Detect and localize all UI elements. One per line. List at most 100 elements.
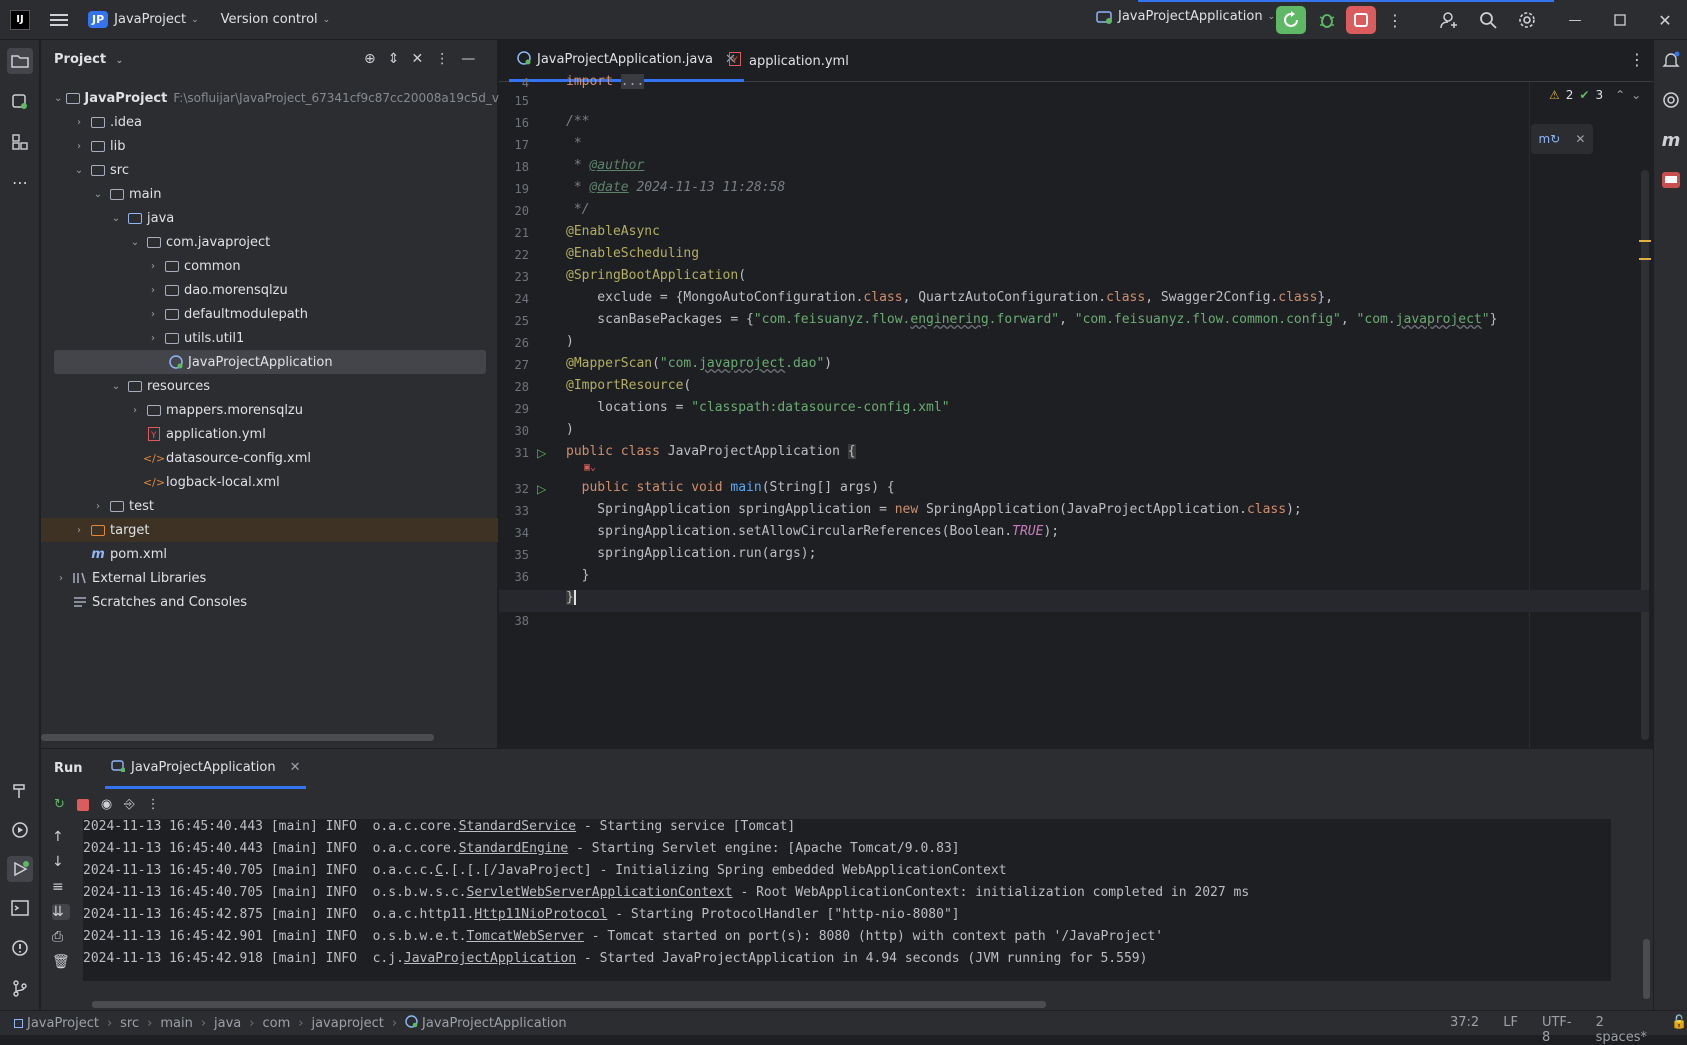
- search-button[interactable]: [1473, 6, 1503, 34]
- close-icon[interactable]: ✕: [290, 760, 301, 775]
- tree-item-root[interactable]: ⌄ JavaProject F:\sofluijar\JavaProject_6…: [54, 86, 522, 110]
- chevron-up-icon[interactable]: ⌃: [1615, 88, 1625, 102]
- breadcrumb-item[interactable]: main: [160, 1016, 192, 1031]
- tree-item-pom[interactable]: m pom.xml: [86, 542, 167, 566]
- vcs-menu[interactable]: Version control ⌄: [221, 12, 331, 27]
- file-encoding[interactable]: UTF-8: [1542, 1015, 1572, 1045]
- rerun-icon[interactable]: ↻: [54, 797, 65, 812]
- notifications-button[interactable]: [1659, 48, 1683, 72]
- arrow-up-icon[interactable]: ↑: [52, 829, 70, 845]
- git-tool-button[interactable]: [8, 976, 32, 1000]
- plugin-inlay-icon[interactable]: ▣⌄: [584, 462, 596, 473]
- caret-position[interactable]: 37:2: [1450, 1015, 1479, 1045]
- exit-icon[interactable]: ⎆: [124, 797, 134, 812]
- arrow-down-icon[interactable]: ↓: [52, 854, 70, 870]
- tree-item-src[interactable]: ⌄ src: [72, 158, 129, 182]
- run-gutter-icon[interactable]: ▷: [537, 446, 546, 460]
- horizontal-scrollbar[interactable]: [41, 734, 434, 741]
- project-tool-button[interactable]: [7, 48, 33, 74]
- more-vertical-icon[interactable]: ⋮: [147, 797, 160, 812]
- tree-item-logback-xml[interactable]: </> logback-local.xml: [142, 470, 280, 494]
- line-separator[interactable]: LF: [1503, 1015, 1518, 1045]
- console-output[interactable]: 2024-11-13 16:45:40.443 [main] INFO o.a.…: [83, 819, 1611, 981]
- project-panel-title[interactable]: Project ⌄: [54, 52, 123, 67]
- tree-item-defaultmodulepath[interactable]: › defaultmodulepath: [146, 302, 308, 326]
- main-menu-button[interactable]: [50, 13, 68, 27]
- tree-item-mappers[interactable]: › mappers.morensqlzu: [128, 398, 303, 422]
- camera-icon[interactable]: ◉: [101, 797, 112, 812]
- editor-more-icon[interactable]: ⋮: [1629, 50, 1645, 69]
- close-icon[interactable]: ✕: [1575, 132, 1585, 146]
- run-tab[interactable]: JavaProjectApplication ✕: [105, 749, 307, 789]
- tree-item-java[interactable]: ⌄ java: [109, 206, 174, 230]
- warning-stripe-marker[interactable]: [1639, 240, 1651, 242]
- breadcrumb-item[interactable]: javaproject: [311, 1016, 383, 1031]
- indent-setting[interactable]: 2 spaces*: [1596, 1015, 1647, 1045]
- maven-reload-icon[interactable]: m↻: [1539, 132, 1561, 146]
- stop-icon[interactable]: [76, 798, 89, 811]
- warning-stripe-marker[interactable]: [1639, 258, 1651, 260]
- terminal-tool-button[interactable]: [8, 896, 32, 920]
- debug-button[interactable]: [1312, 6, 1342, 34]
- scroll-to-end-icon[interactable]: ⇊: [52, 904, 70, 920]
- tree-item-lib[interactable]: › lib: [72, 134, 125, 158]
- trash-icon[interactable]: 🗑: [52, 954, 70, 970]
- plugin-tool-button[interactable]: [1659, 168, 1683, 192]
- more-actions-button[interactable]: ⋮: [1380, 6, 1410, 34]
- stop-button[interactable]: [1346, 6, 1376, 34]
- tab-application-yml[interactable]: Y application.yml: [721, 40, 857, 82]
- tree-item-resources[interactable]: ⌄ resources: [109, 374, 210, 398]
- tree-item-main-class[interactable]: JavaProjectApplication: [54, 350, 486, 374]
- tree-label: test: [129, 498, 154, 514]
- vertical-scrollbar[interactable]: [1641, 170, 1649, 740]
- problems-tool-button[interactable]: [8, 936, 32, 960]
- rerun-button[interactable]: [1276, 6, 1306, 34]
- code-area[interactable]: import ... /** * * @author * @date 2024-…: [499, 74, 1649, 748]
- tree-item-test[interactable]: › test: [91, 494, 154, 518]
- breadcrumb-item[interactable]: src: [120, 1016, 139, 1031]
- tree-item-datasource-xml[interactable]: </> datasource-config.xml: [142, 446, 311, 470]
- tree-item-application-yml[interactable]: Yapplication.yml: [142, 422, 266, 446]
- locate-icon[interactable]: ⊕: [364, 51, 376, 67]
- print-icon[interactable]: ⎙: [52, 929, 70, 945]
- more-tools-button[interactable]: ⋯: [8, 170, 32, 194]
- tree-item-utils[interactable]: › utils.util1: [146, 326, 244, 350]
- tree-item-package[interactable]: ⌄ com.javaproject: [128, 230, 270, 254]
- inspection-widget[interactable]: ⚠ 2 ✔ 3 ⌃ ⌄: [1549, 88, 1641, 102]
- build-tool-button[interactable]: [8, 778, 32, 802]
- maximize-button[interactable]: [1605, 6, 1635, 34]
- breadcrumb-item[interactable]: JavaProject: [27, 1016, 99, 1031]
- hide-panel-icon[interactable]: —: [461, 51, 475, 67]
- services-tool-button[interactable]: [8, 818, 32, 842]
- commit-tool-button[interactable]: [8, 90, 32, 114]
- minimize-button[interactable]: —: [1560, 6, 1590, 34]
- tree-item-target[interactable]: › target: [41, 518, 498, 542]
- ai-assistant-button[interactable]: [1659, 88, 1683, 112]
- options-icon[interactable]: ⋮: [435, 51, 449, 67]
- tree-item-external-libraries[interactable]: › External Libraries: [54, 566, 206, 590]
- console-horizontal-scrollbar[interactable]: [92, 1001, 1046, 1008]
- structure-tool-button[interactable]: [8, 130, 32, 154]
- run-gutter-icon[interactable]: ▷: [537, 482, 546, 496]
- close-window-button[interactable]: ✕: [1650, 6, 1680, 34]
- tree-item-dao[interactable]: › dao.morensqlzu: [146, 278, 288, 302]
- chevron-down-icon[interactable]: ⌄: [1631, 88, 1641, 102]
- soft-wrap-icon[interactable]: ≡: [52, 879, 70, 895]
- expand-all-icon[interactable]: ⇕: [388, 51, 400, 67]
- tree-item-scratches[interactable]: Scratches and Consoles: [68, 590, 247, 614]
- console-vertical-scrollbar[interactable]: [1643, 939, 1650, 999]
- breadcrumb-item[interactable]: java: [214, 1016, 241, 1031]
- tree-item-idea[interactable]: › .idea: [72, 110, 142, 134]
- tree-item-main[interactable]: ⌄ main: [91, 182, 162, 206]
- run-tool-button[interactable]: [7, 856, 33, 882]
- collapse-all-icon[interactable]: ✕: [411, 51, 423, 67]
- maven-button[interactable]: m: [1659, 128, 1683, 152]
- run-config-selector[interactable]: JavaProjectApplication ⌄: [1096, 9, 1275, 24]
- tree-item-common[interactable]: › common: [146, 254, 241, 278]
- settings-button[interactable]: [1512, 6, 1542, 34]
- breadcrumb-item[interactable]: com: [262, 1016, 290, 1031]
- breadcrumb-item[interactable]: JavaProjectApplication: [422, 1016, 567, 1031]
- project-switcher[interactable]: JP JavaProject ⌄: [68, 11, 199, 28]
- code-with-me-button[interactable]: [1434, 6, 1464, 34]
- lock-icon[interactable]: 🔓: [1671, 1015, 1687, 1045]
